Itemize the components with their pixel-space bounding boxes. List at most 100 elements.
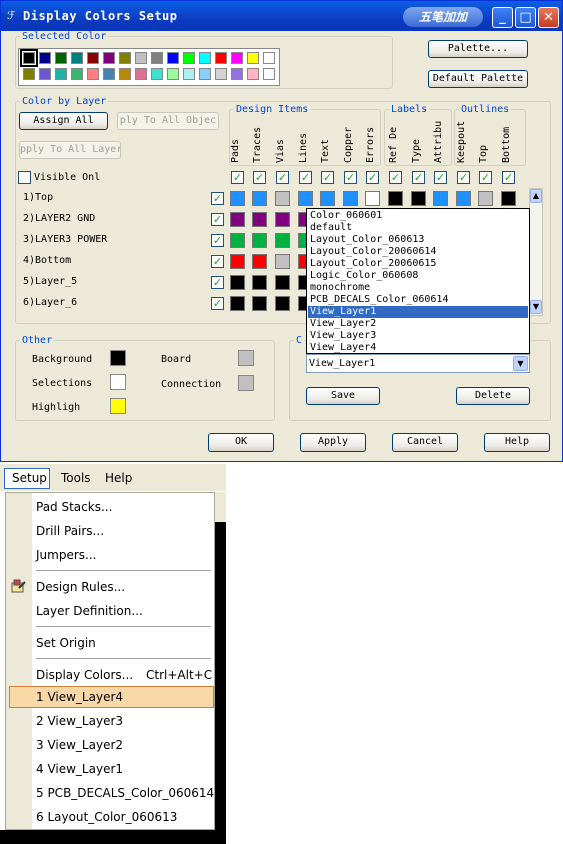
palette-color-swatch[interactable] bbox=[167, 68, 179, 80]
layer-color-cell[interactable] bbox=[433, 191, 448, 206]
layer-color-cell[interactable] bbox=[275, 233, 290, 248]
palette-color-swatch[interactable] bbox=[23, 68, 35, 80]
layer-color-cell[interactable] bbox=[456, 191, 471, 206]
menu-item-pad-stacks[interactable]: Pad Stacks... bbox=[36, 500, 112, 514]
configuration-option[interactable]: Logic_Color_060608 bbox=[308, 270, 528, 282]
menu-setup[interactable]: Setup bbox=[12, 471, 47, 485]
menu-tools[interactable]: Tools bbox=[61, 471, 91, 485]
apply-to-all-layers-button[interactable]: pply To All Layer bbox=[19, 141, 121, 159]
column-visible-checkbox[interactable]: ✓ bbox=[479, 171, 492, 184]
apply-button[interactable]: Apply bbox=[300, 433, 366, 452]
layer-visible-checkbox[interactable]: ✓ bbox=[211, 297, 224, 310]
palette-color-swatch[interactable] bbox=[247, 68, 259, 80]
palette-color-swatch[interactable] bbox=[87, 52, 99, 64]
layer-grid-scrollbar[interactable]: ▲ ▼ bbox=[529, 188, 543, 316]
column-visible-checkbox[interactable]: ✓ bbox=[253, 171, 266, 184]
layer-color-cell[interactable] bbox=[275, 296, 290, 311]
title-bar[interactable]: ℱ Display Colors Setup 五笔加加 _ □ ✕ bbox=[1, 1, 562, 31]
palette-color-swatch[interactable] bbox=[39, 52, 51, 64]
configuration-option[interactable]: Layout_Color_20060614 bbox=[308, 246, 528, 258]
selections-color-swatch[interactable] bbox=[110, 374, 126, 390]
layer-color-cell[interactable] bbox=[230, 233, 245, 248]
configuration-select[interactable]: View_Layer1 ▼ bbox=[306, 354, 530, 373]
configuration-option[interactable]: PCB_DECALS_Color_060614 bbox=[308, 294, 528, 306]
column-visible-checkbox[interactable]: ✓ bbox=[434, 171, 447, 184]
layer-color-cell[interactable] bbox=[275, 191, 290, 206]
configuration-option[interactable]: View_Layer2 bbox=[308, 318, 528, 330]
scroll-up-icon[interactable]: ▲ bbox=[530, 189, 542, 203]
menu-item-recent-1[interactable]: 1 View_Layer4 bbox=[36, 690, 123, 704]
background-color-swatch[interactable] bbox=[110, 350, 126, 366]
menu-item-design-rules[interactable]: Design Rules... bbox=[36, 580, 125, 594]
highlight-color-swatch[interactable] bbox=[110, 398, 126, 414]
palette-color-swatch[interactable] bbox=[199, 52, 211, 64]
menu-item-set-origin[interactable]: Set Origin bbox=[36, 636, 96, 650]
configuration-option[interactable]: Layout_Color_060613 bbox=[308, 234, 528, 246]
board-color-swatch[interactable] bbox=[238, 350, 254, 366]
connection-color-swatch[interactable] bbox=[238, 375, 254, 391]
configuration-option[interactable]: View_Layer4 bbox=[308, 342, 528, 354]
palette-color-swatch[interactable] bbox=[135, 68, 147, 80]
palette-color-swatch[interactable] bbox=[103, 52, 115, 64]
column-visible-checkbox[interactable]: ✓ bbox=[389, 171, 402, 184]
ok-button[interactable]: OK bbox=[208, 433, 274, 452]
palette-color-swatch[interactable] bbox=[167, 52, 179, 64]
layer-color-cell[interactable] bbox=[388, 191, 403, 206]
layer-color-cell[interactable] bbox=[230, 254, 245, 269]
layer-color-cell[interactable] bbox=[501, 191, 516, 206]
configuration-option[interactable]: default bbox=[308, 222, 528, 234]
column-visible-checkbox[interactable]: ✓ bbox=[276, 171, 289, 184]
palette-button[interactable]: Palette... bbox=[428, 40, 528, 58]
scroll-down-icon[interactable]: ▼ bbox=[530, 300, 542, 314]
configuration-option[interactable]: Color_060601 bbox=[308, 210, 528, 222]
layer-visible-checkbox[interactable]: ✓ bbox=[211, 234, 224, 247]
layer-visible-checkbox[interactable]: ✓ bbox=[211, 255, 224, 268]
palette-color-swatch[interactable] bbox=[151, 52, 163, 64]
minimize-button[interactable]: _ bbox=[492, 7, 513, 28]
menu-item-recent-4[interactable]: 4 View_Layer1 bbox=[36, 762, 123, 776]
save-button[interactable]: Save bbox=[306, 387, 380, 405]
palette-color-swatch[interactable] bbox=[135, 52, 147, 64]
chevron-down-icon[interactable]: ▼ bbox=[513, 356, 528, 371]
column-visible-checkbox[interactable]: ✓ bbox=[299, 171, 312, 184]
palette-color-swatch[interactable] bbox=[183, 52, 195, 64]
palette-color-swatch[interactable] bbox=[247, 52, 259, 64]
help-button[interactable]: Help bbox=[484, 433, 550, 452]
column-visible-checkbox[interactable]: ✓ bbox=[231, 171, 244, 184]
configuration-dropdown-list[interactable]: Color_060601 default Layout_Color_060613 La… bbox=[306, 208, 530, 354]
palette-color-swatch[interactable] bbox=[231, 52, 243, 64]
configuration-option[interactable]: monochrome bbox=[308, 282, 528, 294]
layer-color-cell[interactable] bbox=[343, 191, 358, 206]
palette-color-swatch[interactable] bbox=[199, 68, 211, 80]
palette-color-swatch[interactable] bbox=[71, 52, 83, 64]
configuration-option[interactable]: View_Layer1 bbox=[308, 306, 528, 318]
palette-color-swatch[interactable] bbox=[231, 68, 243, 80]
ime-indicator[interactable]: 五笔加加 bbox=[403, 7, 483, 27]
delete-button[interactable]: Delete bbox=[456, 387, 530, 405]
cancel-button[interactable]: Cancel bbox=[392, 433, 458, 452]
layer-color-cell[interactable] bbox=[252, 191, 267, 206]
layer-color-cell[interactable] bbox=[252, 212, 267, 227]
layer-color-cell[interactable] bbox=[230, 191, 245, 206]
column-visible-checkbox[interactable]: ✓ bbox=[344, 171, 357, 184]
palette-color-swatch[interactable] bbox=[263, 52, 275, 64]
layer-visible-checkbox[interactable]: ✓ bbox=[211, 213, 224, 226]
palette-color-swatch[interactable] bbox=[55, 68, 67, 80]
palette-color-swatch[interactable] bbox=[119, 52, 131, 64]
palette-color-swatch[interactable] bbox=[215, 52, 227, 64]
palette-color-swatch[interactable] bbox=[183, 68, 195, 80]
layer-color-cell[interactable] bbox=[365, 191, 380, 206]
layer-color-cell[interactable] bbox=[275, 254, 290, 269]
layer-color-cell[interactable] bbox=[230, 212, 245, 227]
layer-color-cell[interactable] bbox=[275, 275, 290, 290]
menu-help[interactable]: Help bbox=[105, 471, 132, 485]
palette-color-swatch[interactable] bbox=[103, 68, 115, 80]
layer-color-cell[interactable] bbox=[252, 296, 267, 311]
palette-color-swatch[interactable] bbox=[20, 49, 38, 67]
layer-color-cell[interactable] bbox=[411, 191, 426, 206]
configuration-option[interactable]: Layout_Color_20060615 bbox=[308, 258, 528, 270]
palette-color-swatch[interactable] bbox=[39, 68, 51, 80]
menu-item-recent-6[interactable]: 6 Layout_Color_060613 bbox=[36, 810, 177, 824]
visible-only-checkbox[interactable] bbox=[18, 171, 31, 184]
column-visible-checkbox[interactable]: ✓ bbox=[321, 171, 334, 184]
